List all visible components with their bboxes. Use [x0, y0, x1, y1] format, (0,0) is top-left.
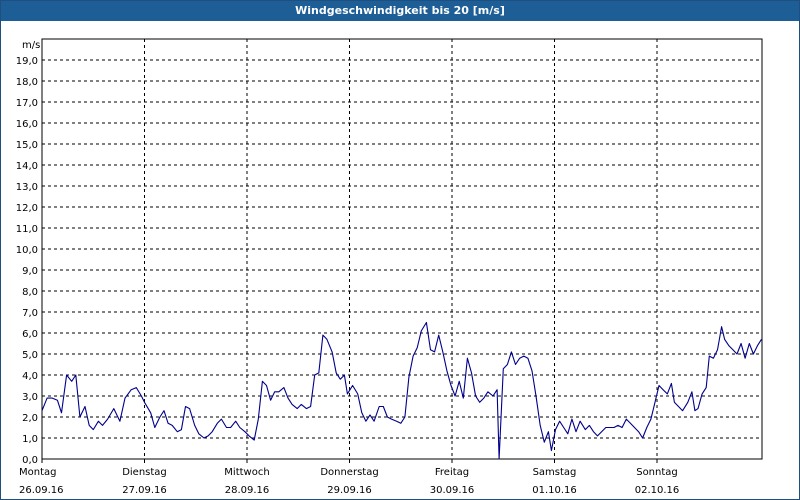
x-tick-date-label: 01.10.16 [532, 485, 577, 496]
y-tick-label: 16,0 [16, 119, 38, 130]
y-tick-labels: 0,0 1,0 2,0 3,0 4,0 5,0 6,0 7,0 8,0 9,0 10,0 11,0 12… [16, 56, 38, 466]
y-tick-label: 8,0 [22, 287, 38, 298]
x-tick-date-label: 28.09.16 [225, 485, 270, 496]
x-tick-day-label: Samstag [533, 467, 577, 478]
y-tick-label: 9,0 [22, 266, 38, 277]
x-tick-day-label: Dienstag [122, 467, 167, 478]
x-tick-date-label: 30.09.16 [430, 485, 475, 496]
y-tick-label: 17,0 [16, 98, 38, 109]
grid-lines [42, 39, 762, 459]
y-tick-label: 5,0 [22, 350, 38, 361]
y-tick-label: 6,0 [22, 329, 38, 340]
x-tick-date-label: 26.09.16 [19, 485, 64, 496]
y-tick-label: 11,0 [16, 224, 38, 235]
x-tick-date-label: 27.09.16 [122, 485, 167, 496]
x-tick-day-label: Sonntag [636, 467, 678, 478]
x-tick-date-label: 02.10.16 [635, 485, 680, 496]
y-tick-label: 7,0 [22, 308, 38, 319]
y-tick-label: 14,0 [16, 161, 38, 172]
y-tick-label: 4,0 [22, 371, 38, 382]
x-tick-labels: Montag 26.09.16 Dienstag 27.09.16 Mittwoch 28… [19, 459, 679, 496]
y-tick-label: 13,0 [16, 182, 38, 193]
x-tick-day-label: Mittwoch [224, 467, 269, 478]
y-tick-label: 3,0 [22, 392, 38, 403]
y-tick-label: 12,0 [16, 203, 38, 214]
y-tick-label: 0,0 [22, 455, 38, 466]
x-tick-date-label: 29.09.16 [327, 485, 372, 496]
y-tick-label: 1,0 [22, 434, 38, 445]
x-tick-day-label: Donnerstag [320, 467, 378, 478]
x-tick-day-label: Freitag [435, 467, 469, 478]
y-tick-label: 15,0 [16, 140, 38, 151]
y-axis-unit-label: m/s [22, 40, 40, 51]
y-tick-label: 19,0 [16, 56, 38, 67]
x-tick-day-label: Montag [19, 467, 56, 478]
wind-speed-chart: m/s 0,0 1,0 2,0 3,0 4,0 5,0 6,0 7,0 8,0 9,0 10,0 11… [16, 38, 763, 496]
y-tick-label: 10,0 [16, 245, 38, 256]
y-tick-label: 18,0 [16, 77, 38, 88]
series-layer [41, 321, 762, 460]
wind-speed-series-line [41, 321, 762, 460]
y-tick-label: 2,0 [22, 413, 38, 424]
